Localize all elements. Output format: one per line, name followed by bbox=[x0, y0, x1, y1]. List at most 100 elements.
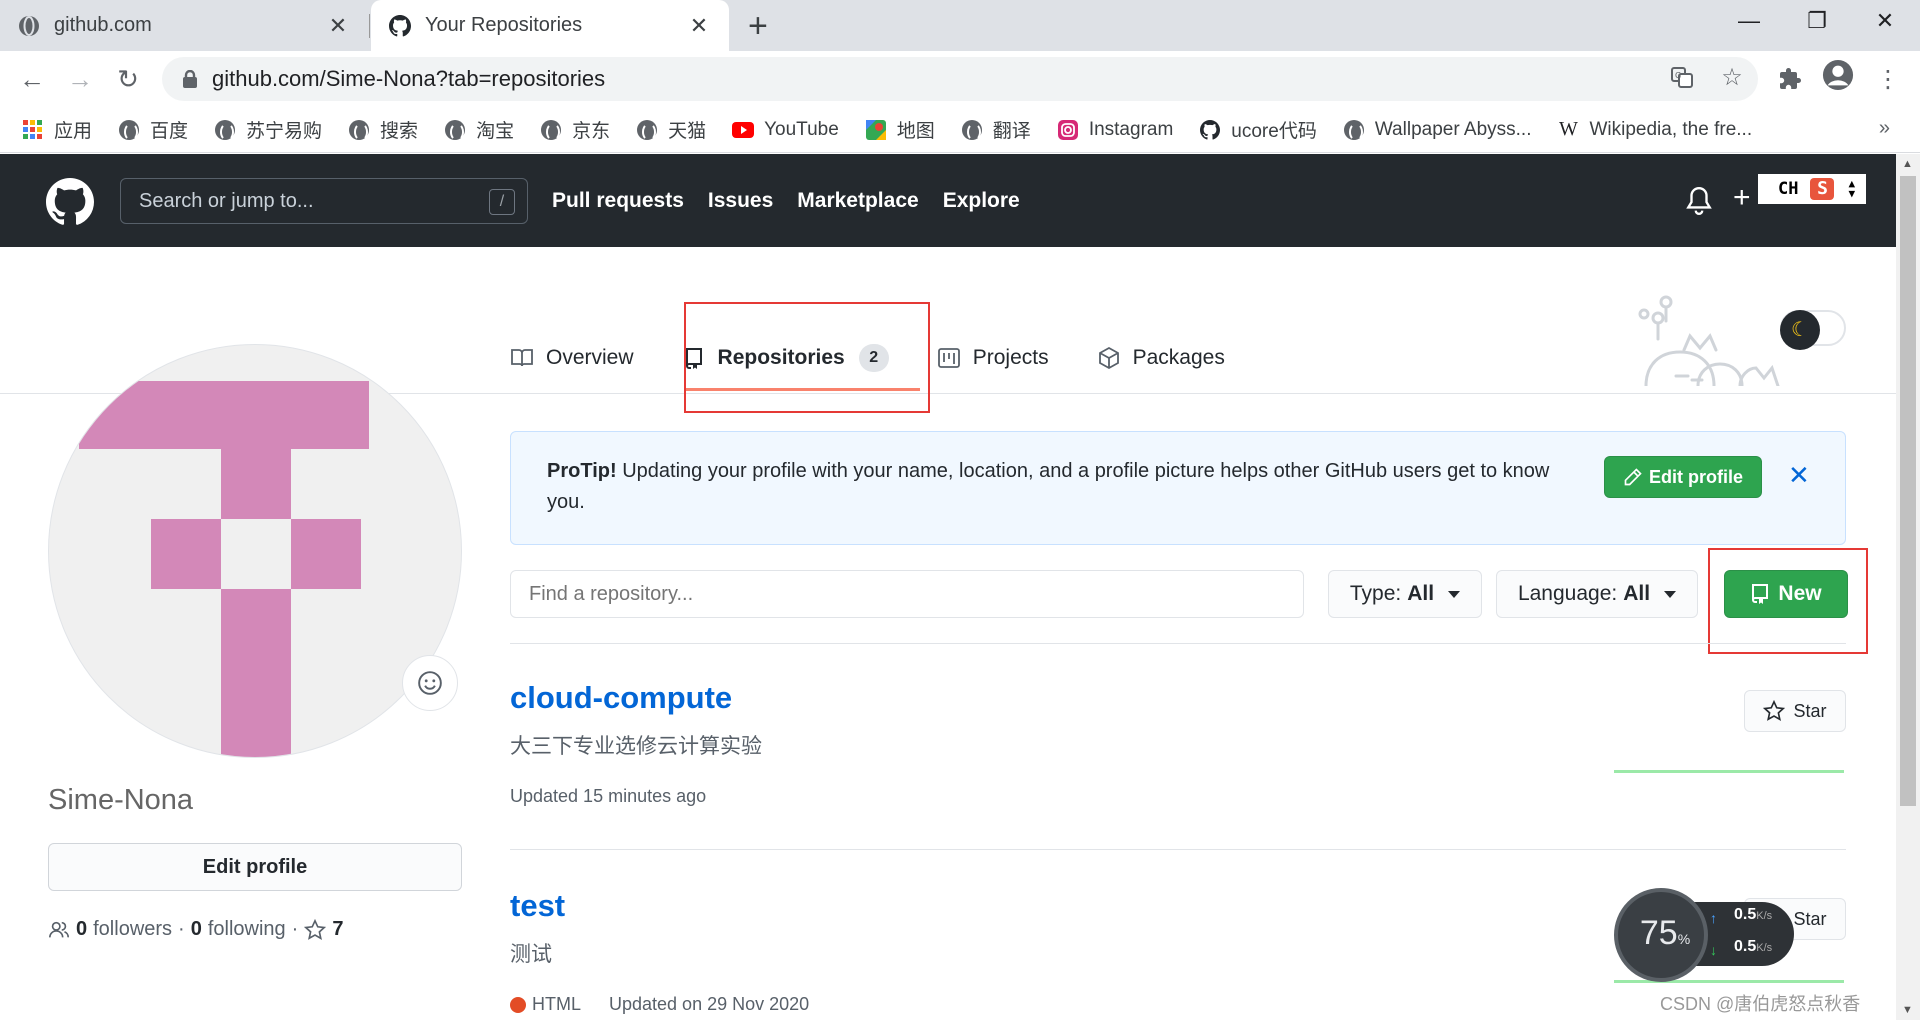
minimize-icon[interactable]: ― bbox=[1714, 0, 1784, 42]
profile-username: Sime-Nona bbox=[48, 784, 194, 816]
bookmark-item[interactable]: 京东 bbox=[540, 116, 610, 143]
bookmark-item[interactable]: 地图 bbox=[865, 116, 935, 143]
type-filter-value: All bbox=[1407, 582, 1435, 605]
notifications-bell-icon[interactable] bbox=[1686, 186, 1712, 216]
download-unit: K/s bbox=[1756, 942, 1773, 954]
upload-arrow-icon: ↑ bbox=[1710, 910, 1717, 926]
protip-banner: ProTip! Updating your profile with your … bbox=[510, 431, 1846, 545]
network-speed-widget[interactable]: 75% ↑ 0.5K/s ↓ 0.5K/s bbox=[1614, 888, 1794, 982]
bookmarks-overflow-icon[interactable]: » bbox=[1879, 117, 1890, 140]
lock-icon bbox=[183, 70, 197, 88]
bookmark-item[interactable]: 淘宝 bbox=[444, 116, 514, 143]
browser-menu-icon[interactable]: ⋮ bbox=[1872, 63, 1904, 95]
usage-unit: % bbox=[1677, 931, 1691, 947]
tab-label: Overview bbox=[546, 346, 634, 369]
type-filter-dropdown[interactable]: Type: All bbox=[1328, 570, 1482, 618]
tab-label: Packages bbox=[1132, 346, 1225, 369]
github-icon bbox=[1199, 119, 1221, 141]
search-input[interactable]: Search or jump to... / bbox=[120, 178, 528, 224]
caret-down-icon bbox=[1448, 590, 1461, 598]
protip-close-icon[interactable]: ✕ bbox=[1788, 460, 1810, 491]
new-tab-button[interactable]: + bbox=[748, 6, 768, 46]
globe-icon bbox=[348, 119, 370, 141]
tab-overview[interactable]: Overview bbox=[510, 330, 634, 386]
bookmark-item[interactable]: 翻译 bbox=[961, 116, 1031, 143]
close-icon[interactable]: ✕ bbox=[326, 13, 350, 39]
repo-description: 大三下专业选修云计算实验 bbox=[510, 735, 762, 758]
star-button[interactable]: Star bbox=[1744, 690, 1846, 732]
nav-explore[interactable]: Explore bbox=[943, 189, 1020, 213]
repo-list-item: cloud-compute 大三下专业选修云计算实验 Updated 15 mi… bbox=[510, 680, 1846, 807]
browser-tab-your-repositories[interactable]: Your Repositories ✕ bbox=[371, 0, 729, 51]
set-status-smiley-icon[interactable] bbox=[402, 655, 458, 711]
followers-count: 0 bbox=[76, 918, 88, 940]
followers-link[interactable]: 0 followers bbox=[76, 918, 172, 941]
bookmark-item[interactable]: 百度 bbox=[118, 116, 188, 143]
download-value: 0.5 bbox=[1734, 938, 1757, 955]
identicon-image bbox=[79, 381, 369, 757]
wikipedia-icon: W bbox=[1559, 118, 1578, 140]
bookmark-item[interactable]: 天猫 bbox=[636, 116, 706, 143]
profile-avatar[interactable] bbox=[48, 344, 462, 758]
bookmark-label: 京东 bbox=[572, 121, 611, 142]
tab-projects[interactable]: Projects bbox=[937, 330, 1049, 386]
bookmark-item[interactable]: YouTube bbox=[732, 119, 839, 141]
protip-edit-profile-button[interactable]: Edit profile bbox=[1604, 456, 1762, 498]
extensions-icon[interactable] bbox=[1774, 63, 1806, 95]
bookmark-star-icon[interactable]: ☆ bbox=[1716, 61, 1748, 93]
bookmark-item[interactable]: 应用 bbox=[22, 116, 92, 143]
close-icon[interactable]: ✕ bbox=[687, 13, 711, 39]
reload-icon[interactable]: ↻ bbox=[110, 61, 146, 97]
theme-toggle[interactable]: ☾ bbox=[1780, 310, 1846, 350]
header-nav: Pull requests Issues Marketplace Explore bbox=[552, 154, 1044, 247]
browser-tab-github[interactable]: github.com ✕ bbox=[0, 0, 368, 51]
find-repository-input[interactable] bbox=[510, 570, 1304, 618]
repo-name-link[interactable]: cloud-compute bbox=[510, 680, 1846, 716]
package-icon bbox=[1098, 346, 1119, 370]
scrollbar-thumb[interactable] bbox=[1900, 176, 1916, 806]
bookmark-item[interactable]: 搜索 bbox=[348, 116, 418, 143]
bookmark-item[interactable]: Wallpaper Abyss... bbox=[1343, 119, 1531, 141]
bookmark-label: 地图 bbox=[896, 121, 935, 142]
page-scrollbar[interactable]: ▲ ▼ bbox=[1896, 154, 1920, 1020]
browser-toolbar: ← → ↻ github.com/Sime-Nona?tab=repositor… bbox=[0, 51, 1920, 107]
nav-pull-requests[interactable]: Pull requests bbox=[552, 189, 684, 213]
upload-rate: 0.5K/s bbox=[1734, 906, 1772, 924]
scroll-up-icon[interactable]: ▲ bbox=[1902, 158, 1913, 170]
stars-link[interactable]: 7 bbox=[304, 918, 349, 941]
nav-marketplace[interactable]: Marketplace bbox=[797, 189, 918, 213]
bookmark-label: 百度 bbox=[150, 121, 189, 142]
globe-icon bbox=[961, 119, 983, 141]
bookmark-item[interactable]: Instagram bbox=[1057, 119, 1173, 141]
annotation-box-repositories bbox=[684, 302, 930, 413]
profile-avatar-icon[interactable] bbox=[1822, 59, 1854, 91]
bookmark-label: 淘宝 bbox=[476, 121, 515, 142]
restore-icon[interactable]: ❐ bbox=[1782, 0, 1852, 42]
ime-toolbar[interactable]: CH S ▲ ▼ bbox=[1758, 174, 1866, 204]
csdn-watermark: CSDN @唐伯虎怒点秋香 bbox=[1660, 994, 1861, 1014]
language-filter-dropdown[interactable]: Language: All bbox=[1496, 570, 1698, 618]
globe-icon bbox=[214, 119, 236, 141]
following-count: 0 bbox=[190, 918, 202, 940]
tab-label: Projects bbox=[972, 346, 1049, 369]
people-icon bbox=[49, 921, 69, 937]
create-new-plus-icon[interactable]: + bbox=[1733, 178, 1751, 218]
bookmark-item[interactable]: 苏宁易购 bbox=[214, 116, 322, 143]
ime-mode-text: CH bbox=[1778, 179, 1799, 199]
address-bar[interactable]: github.com/Sime-Nona?tab=repositories bbox=[162, 57, 1758, 101]
repo-updated: Updated on 29 Nov 2020 bbox=[609, 994, 810, 1014]
translate-icon[interactable]: G bbox=[1666, 61, 1698, 93]
bookmark-item[interactable]: ucore代码 bbox=[1199, 116, 1317, 143]
star-label: Star bbox=[1793, 908, 1827, 929]
nav-issues[interactable]: Issues bbox=[708, 189, 773, 213]
window-close-icon[interactable]: ✕ bbox=[1850, 0, 1920, 42]
github-logo-icon[interactable] bbox=[46, 178, 94, 226]
edit-profile-button[interactable]: Edit profile bbox=[48, 843, 462, 891]
tab-packages[interactable]: Packages bbox=[1097, 330, 1225, 386]
separator-dot: · bbox=[178, 918, 185, 940]
following-link[interactable]: 0 following bbox=[191, 918, 286, 941]
forward-icon[interactable]: → bbox=[62, 61, 98, 97]
bookmark-item[interactable]: W Wikipedia, the fre... bbox=[1557, 118, 1752, 141]
scroll-down-icon[interactable]: ▼ bbox=[1902, 1004, 1913, 1016]
back-icon[interactable]: ← bbox=[14, 61, 50, 97]
